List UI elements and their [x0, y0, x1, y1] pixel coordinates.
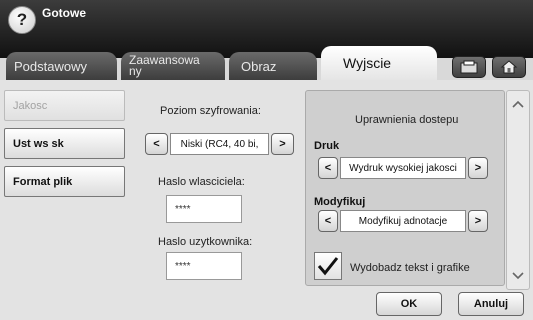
modify-value: Modyfikuj adnotacje: [340, 210, 466, 232]
sidebar-item-ust-ws-sk[interactable]: Ust ws sk: [4, 128, 125, 159]
scroll-up-button[interactable]: [507, 93, 529, 115]
print-stepper[interactable]: < Wydruk wysokiej jakosci >: [318, 157, 488, 179]
cancel-button[interactable]: Anuluj: [458, 292, 524, 316]
checkmark-icon: [317, 257, 339, 276]
sidebar-item-format-plik[interactable]: Format plik: [4, 166, 125, 197]
encryption-label: Poziom szyfrowania:: [160, 105, 261, 117]
tab-obraz[interactable]: Obraz: [229, 52, 317, 80]
modify-next-button[interactable]: >: [468, 210, 488, 232]
tab-wyjscie[interactable]: Wyjscie: [321, 46, 437, 80]
tab-label: Podstawowy: [14, 58, 87, 74]
sidebar-item-jakosc: Jakosc: [4, 90, 125, 121]
print-settings-screen: ? Gotowe Podstawowy Zaawansowa ny Obraz …: [0, 0, 533, 320]
tab-label: Zaawansowa ny: [129, 53, 200, 78]
tab-podstawowy[interactable]: Podstawowy: [6, 52, 117, 80]
scrollbar[interactable]: [506, 90, 530, 290]
sidebar-item-label: Ust ws sk: [13, 137, 64, 150]
tab-label: Wyjscie: [343, 55, 392, 71]
help-icon[interactable]: ?: [8, 6, 36, 34]
copy-settings-icon[interactable]: [452, 56, 486, 78]
extract-label: Wydobadz tekst i grafike: [350, 262, 470, 274]
encryption-next-button[interactable]: >: [271, 133, 294, 155]
sidebar-item-label: Jakosc: [13, 99, 48, 112]
extract-checkbox[interactable]: [314, 252, 342, 280]
owner-password-field[interactable]: ****: [166, 195, 242, 223]
print-prev-button[interactable]: <: [318, 157, 338, 179]
encryption-stepper[interactable]: < Niski (RC4, 40 bi, >: [145, 133, 294, 155]
encryption-prev-button[interactable]: <: [145, 133, 168, 155]
print-next-button[interactable]: >: [468, 157, 488, 179]
user-password-field[interactable]: ****: [166, 252, 242, 280]
header-bar: ? Gotowe: [0, 0, 533, 58]
scroll-down-button[interactable]: [507, 265, 529, 287]
print-label: Druk: [314, 140, 340, 152]
encryption-value: Niski (RC4, 40 bi,: [170, 133, 269, 155]
modify-label: Modyfikuj: [314, 196, 366, 208]
owner-password-label: Haslo wlasciciela:: [158, 176, 245, 188]
modify-stepper[interactable]: < Modyfikuj adnotacje >: [318, 210, 488, 232]
tab-label: Obraz: [241, 58, 277, 74]
chevron-up-icon: [512, 100, 524, 108]
sidebar-item-label: Format plik: [13, 175, 73, 188]
chevron-down-icon: [512, 272, 524, 280]
tab-zaawansowany[interactable]: Zaawansowa ny: [121, 52, 225, 80]
user-password-label: Haslo uzytkownika:: [158, 236, 253, 248]
home-icon[interactable]: [492, 56, 526, 78]
print-value: Wydruk wysokiej jakosci: [340, 157, 466, 179]
modify-prev-button[interactable]: <: [318, 210, 338, 232]
status-text: Gotowe: [42, 6, 86, 20]
permissions-title: Uprawnienia dostepu: [355, 114, 459, 126]
ok-button[interactable]: OK: [376, 292, 442, 316]
